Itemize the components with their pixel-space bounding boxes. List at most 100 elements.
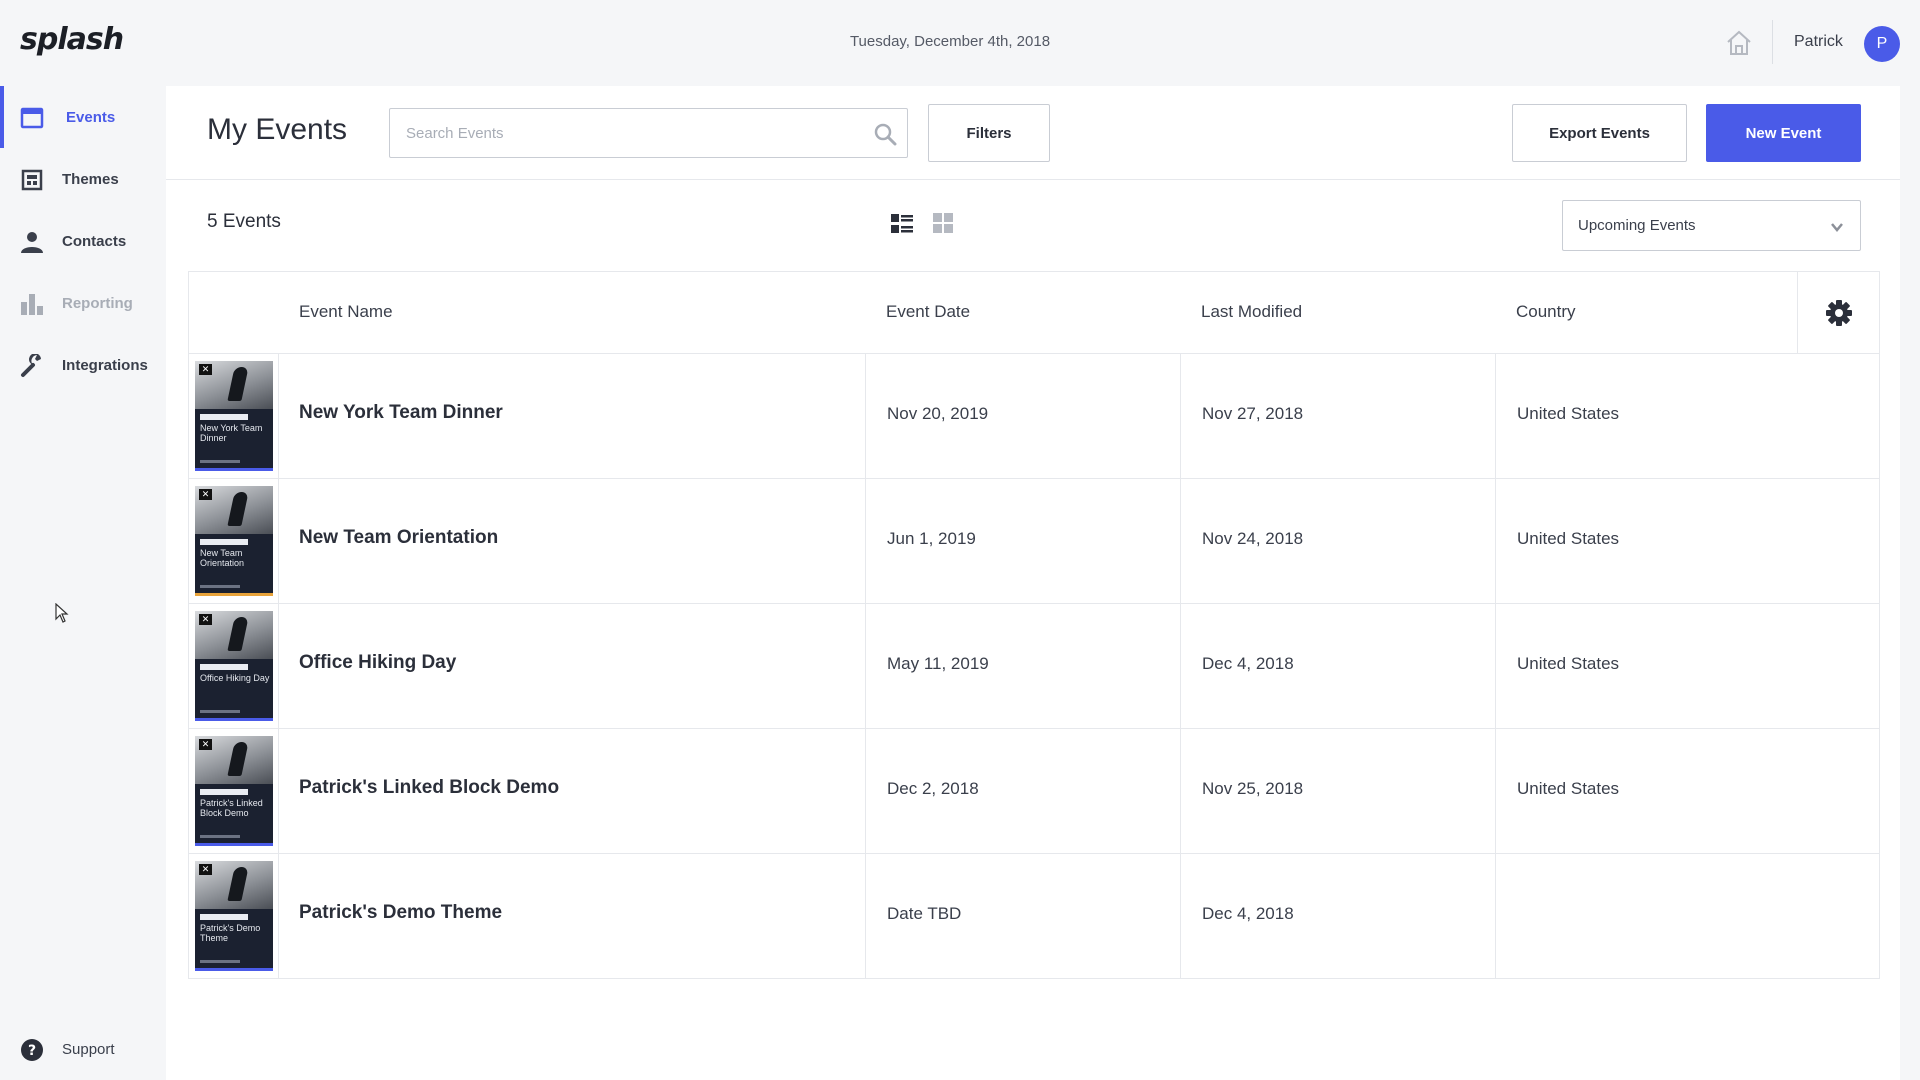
thumbnail-accent-bar bbox=[195, 718, 273, 721]
thumbnail-subtext bbox=[200, 960, 240, 963]
column-header-last-modified[interactable]: Last Modified bbox=[1201, 302, 1302, 322]
event-date-cell: Jun 1, 2019 bbox=[865, 479, 1180, 603]
page-header: My Events Filters Export Events New Even… bbox=[166, 86, 1900, 180]
thumbnail-title: Patrick's Demo Theme bbox=[200, 923, 261, 943]
thumbnail-tag bbox=[200, 414, 248, 420]
sidebar-item-label: Reporting bbox=[62, 294, 133, 312]
last-modified: Nov 27, 2018 bbox=[1202, 404, 1304, 423]
theme-icon bbox=[21, 169, 43, 191]
event-date: Jun 1, 2019 bbox=[887, 529, 976, 548]
home-icon[interactable] bbox=[1724, 28, 1754, 58]
last-modified: Dec 4, 2018 bbox=[1202, 904, 1294, 923]
calendar-icon bbox=[20, 107, 44, 129]
thumbnail-subtext bbox=[200, 585, 240, 588]
event-thumbnail[interactable]: ✕ Patrick's Demo Theme bbox=[195, 861, 273, 971]
country: United States bbox=[1517, 654, 1620, 673]
table-header: Event Name Event Date Last Modified Coun… bbox=[189, 272, 1879, 354]
avatar[interactable]: P bbox=[1864, 26, 1900, 62]
table-row[interactable]: ✕ New Team Orientation New Team Orientat… bbox=[189, 479, 1879, 604]
event-date: May 11, 2019 bbox=[887, 654, 989, 673]
list-view-icon[interactable] bbox=[890, 212, 914, 236]
event-date: Nov 20, 2019 bbox=[887, 404, 989, 423]
surfer-figure bbox=[227, 617, 249, 651]
mouse-cursor-icon bbox=[55, 603, 69, 623]
event-name[interactable]: Office Hiking Day bbox=[299, 652, 456, 674]
column-header-country[interactable]: Country bbox=[1516, 302, 1576, 322]
sidebar-item-themes[interactable]: Themes bbox=[0, 148, 166, 210]
country-cell: United States bbox=[1495, 604, 1881, 728]
thumbnail-accent-bar bbox=[195, 468, 273, 471]
event-thumbnail-cell: ✕ Office Hiking Day bbox=[189, 604, 279, 728]
user-name[interactable]: Patrick bbox=[1794, 33, 1843, 51]
column-settings-button[interactable] bbox=[1797, 272, 1879, 353]
country-cell: United States bbox=[1495, 729, 1881, 853]
thumbnail-title: Office Hiking Day bbox=[200, 673, 270, 683]
filters-button[interactable]: Filters bbox=[928, 104, 1050, 162]
events-table: Event Name Event Date Last Modified Coun… bbox=[188, 271, 1880, 979]
event-name[interactable]: Patrick's Linked Block Demo bbox=[299, 777, 559, 799]
table-row[interactable]: ✕ Patrick's Demo Theme Patrick's Demo Th… bbox=[189, 854, 1879, 979]
person-icon bbox=[21, 232, 43, 253]
thumbnail-subtext bbox=[200, 460, 240, 463]
event-thumbnail[interactable]: ✕ Patrick's Linked Block Demo bbox=[195, 736, 273, 846]
thumbnail-accent-bar bbox=[195, 843, 273, 846]
event-thumbnail[interactable]: ✕ Office Hiking Day bbox=[195, 611, 273, 721]
column-header-event-name[interactable]: Event Name bbox=[299, 302, 393, 322]
new-event-button[interactable]: New Event bbox=[1706, 104, 1861, 162]
event-date-cell: Nov 20, 2019 bbox=[865, 354, 1180, 478]
list-toolbar: 5 Events Upcoming Events bbox=[166, 180, 1900, 270]
brand-badge-icon: ✕ bbox=[199, 489, 212, 500]
event-thumbnail[interactable]: ✕ New York Team Dinner bbox=[195, 361, 273, 471]
last-modified-cell: Dec 4, 2018 bbox=[1180, 854, 1495, 978]
sidebar-item-label: Themes bbox=[62, 170, 119, 188]
main-panel: My Events Filters Export Events New Even… bbox=[166, 86, 1900, 1080]
table-row[interactable]: ✕ Patrick's Linked Block Demo Patrick's … bbox=[189, 729, 1879, 854]
last-modified-cell: Dec 4, 2018 bbox=[1180, 604, 1495, 728]
event-name[interactable]: Patrick's Demo Theme bbox=[299, 902, 502, 924]
last-modified: Dec 4, 2018 bbox=[1202, 654, 1294, 673]
country-cell bbox=[1495, 854, 1881, 978]
event-count: 5 Events bbox=[207, 211, 281, 232]
sidebar-item-integrations[interactable]: Integrations bbox=[0, 334, 166, 396]
thumbnail-subtext bbox=[200, 710, 240, 713]
event-thumbnail[interactable]: ✕ New Team Orientation bbox=[195, 486, 273, 596]
last-modified-cell: Nov 24, 2018 bbox=[1180, 479, 1495, 603]
sidebar-item-reporting[interactable]: Reporting bbox=[0, 272, 166, 334]
sidebar: Events Themes Contacts Reporting Integra… bbox=[0, 86, 166, 1080]
thumbnail-accent-bar bbox=[195, 593, 273, 596]
event-thumbnail-cell: ✕ Patrick's Linked Block Demo bbox=[189, 729, 279, 853]
thumbnail-accent-bar bbox=[195, 968, 273, 971]
surfer-figure bbox=[227, 492, 249, 526]
last-modified-cell: Nov 25, 2018 bbox=[1180, 729, 1495, 853]
event-name[interactable]: New York Team Dinner bbox=[299, 402, 503, 424]
table-row[interactable]: ✕ New York Team Dinner New York Team Din… bbox=[189, 354, 1879, 479]
event-date-cell: Dec 2, 2018 bbox=[865, 729, 1180, 853]
table-row[interactable]: ✕ Office Hiking Day Office Hiking Day Ma… bbox=[189, 604, 1879, 729]
search-input[interactable] bbox=[390, 109, 860, 157]
event-range-value: Upcoming Events bbox=[1578, 217, 1696, 234]
thumbnail-subtext bbox=[200, 835, 240, 838]
sidebar-item-events[interactable]: Events bbox=[0, 86, 166, 148]
thumbnail-title: New Team Orientation bbox=[200, 548, 245, 568]
last-modified-cell: Nov 27, 2018 bbox=[1180, 354, 1495, 478]
thumbnail-title: Patrick's Linked Block Demo bbox=[200, 798, 263, 818]
country-cell: United States bbox=[1495, 354, 1881, 478]
sidebar-item-contacts[interactable]: Contacts bbox=[0, 210, 166, 272]
grid-view-icon[interactable] bbox=[932, 212, 954, 234]
top-divider bbox=[1772, 20, 1773, 64]
last-modified: Nov 24, 2018 bbox=[1202, 529, 1304, 548]
sidebar-item-support[interactable]: ? Support bbox=[0, 1018, 166, 1080]
country: United States bbox=[1517, 529, 1620, 548]
export-events-button[interactable]: Export Events bbox=[1512, 104, 1687, 162]
sidebar-item-label: Events bbox=[66, 108, 116, 126]
current-date: Tuesday, December 4th, 2018 bbox=[849, 33, 1051, 50]
search-box[interactable] bbox=[389, 108, 908, 158]
thumbnail-title: New York Team Dinner bbox=[200, 423, 263, 443]
event-date: Date TBD bbox=[887, 904, 962, 923]
brand-badge-icon: ✕ bbox=[199, 739, 212, 750]
column-header-event-date[interactable]: Event Date bbox=[886, 302, 970, 322]
thumbnail-tag bbox=[200, 914, 248, 920]
event-range-select[interactable]: Upcoming Events bbox=[1562, 200, 1861, 251]
event-name[interactable]: New Team Orientation bbox=[299, 527, 498, 549]
search-icon[interactable] bbox=[873, 122, 897, 146]
